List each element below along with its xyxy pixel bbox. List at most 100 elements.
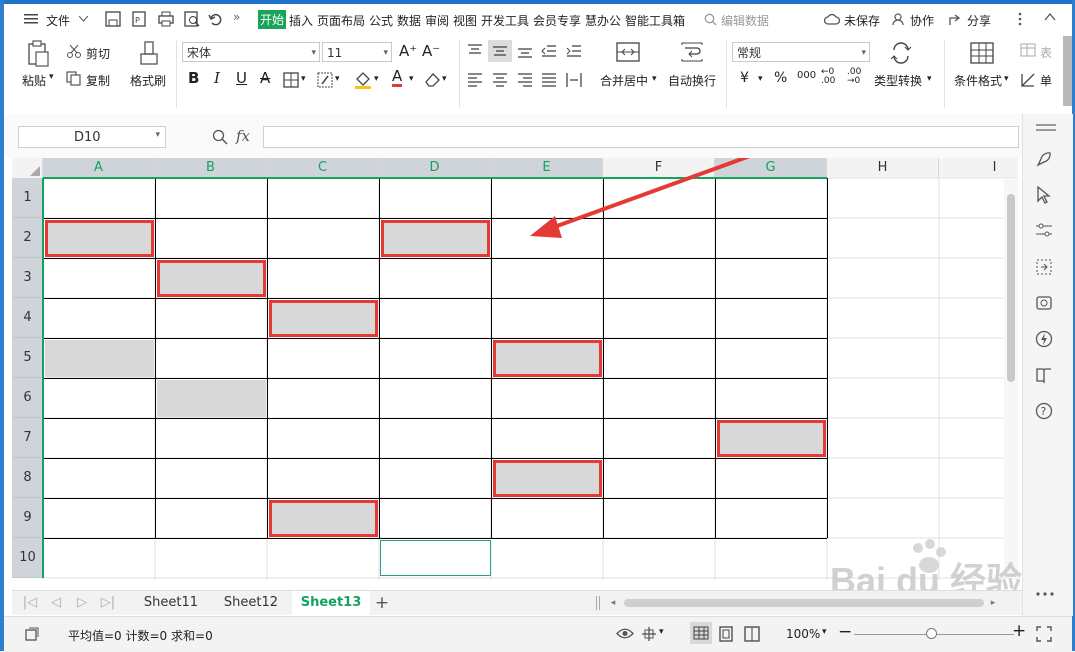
conditional-format-button[interactable]: 条件格式: [954, 72, 1002, 89]
font-color-icon[interactable]: A: [392, 68, 403, 87]
collapse-ribbon-icon[interactable]: [1044, 13, 1056, 21]
chevron-down-icon[interactable]: ▾: [758, 74, 763, 84]
cell-partial-icon[interactable]: [1020, 72, 1036, 88]
cell-b3[interactable]: [157, 260, 266, 297]
paste-icon[interactable]: [26, 40, 50, 68]
decrease-font-icon[interactable]: A⁻: [422, 42, 440, 60]
cell-e8[interactable]: [493, 460, 602, 497]
vertical-scrollbar-thumb[interactable]: [1007, 194, 1015, 382]
type-convert-button[interactable]: 类型转换: [874, 72, 922, 89]
chevron-down-icon[interactable]: ▾: [927, 74, 932, 84]
transform-icon[interactable]: [1035, 258, 1053, 276]
align-top-icon[interactable]: [467, 44, 483, 58]
chevron-down-icon[interactable]: ▾: [652, 74, 657, 84]
table-style-icon[interactable]: [1020, 43, 1036, 57]
cell-a5[interactable]: [45, 340, 154, 377]
chevron-down-icon[interactable]: ▾: [374, 74, 379, 84]
search-box[interactable]: 编辑数据: [721, 12, 769, 29]
collab-button[interactable]: 协作: [910, 12, 934, 29]
percent-icon[interactable]: %: [774, 70, 787, 86]
font-size-select[interactable]: 11 ▾: [322, 42, 392, 62]
sheet-tab-sheet13-active[interactable]: Sheet13: [292, 591, 370, 615]
cell-c4[interactable]: [269, 300, 378, 337]
center-icon[interactable]: [641, 626, 657, 642]
copy-button[interactable]: 复制: [86, 72, 110, 89]
align-bottom-icon[interactable]: [517, 44, 533, 58]
export-icon[interactable]: P: [131, 11, 147, 27]
wrap-text-icon[interactable]: [680, 42, 704, 64]
chevron-down-icon[interactable]: [79, 16, 88, 22]
cursor-icon[interactable]: [1037, 186, 1051, 204]
format-painter-icon[interactable]: [139, 40, 159, 68]
cell-b6[interactable]: [157, 380, 266, 417]
border-icon[interactable]: [283, 72, 299, 88]
cut-button[interactable]: 剪切: [86, 45, 110, 62]
wrap-text-button[interactable]: 自动换行: [668, 72, 716, 89]
tab-data[interactable]: 数据: [397, 12, 421, 29]
formula-input[interactable]: [263, 126, 1019, 148]
tab-review[interactable]: 审阅: [425, 12, 449, 29]
lightning-icon[interactable]: [1035, 330, 1053, 348]
save-icon[interactable]: [105, 11, 121, 27]
last-sheet-icon[interactable]: ▷|: [98, 591, 118, 615]
cell-g7[interactable]: [717, 420, 826, 457]
tab-toolbox[interactable]: 智能工具箱: [625, 12, 685, 29]
merge-cells-icon[interactable]: [616, 42, 640, 64]
tab-developer[interactable]: 开发工具: [481, 12, 529, 29]
fx-icon[interactable]: fx: [236, 127, 250, 145]
zoom-out-icon[interactable]: −: [838, 622, 852, 642]
print-preview-icon[interactable]: [184, 11, 200, 27]
macro-icon[interactable]: [24, 626, 40, 642]
scroll-left-icon[interactable]: ◂: [608, 591, 618, 615]
chevron-down-icon[interactable]: ▾: [335, 74, 340, 84]
align-left-icon[interactable]: [467, 73, 483, 87]
file-menu[interactable]: 文件: [46, 12, 70, 29]
cell-e5[interactable]: [493, 340, 602, 377]
settings-slider-icon[interactable]: [1035, 222, 1053, 238]
name-box[interactable]: D10 ▾: [18, 126, 166, 148]
eye-protect-icon[interactable]: [616, 627, 634, 640]
conditional-format-icon[interactable]: [970, 42, 994, 64]
tab-formulas[interactable]: 公式: [369, 12, 393, 29]
tab-member[interactable]: 会员专享: [533, 12, 581, 29]
sheet-tab-sheet12[interactable]: Sheet12: [214, 591, 288, 615]
unsaved-status[interactable]: 未保存: [844, 12, 880, 29]
more-horizontal-icon[interactable]: [1035, 591, 1055, 597]
fullscreen-icon[interactable]: [1036, 626, 1052, 642]
number-format-select[interactable]: 常规 ▾: [732, 42, 870, 62]
vertical-scrollbar-track[interactable]: [1004, 178, 1018, 578]
zoom-in-icon[interactable]: +: [1012, 621, 1026, 641]
currency-icon[interactable]: ¥: [740, 70, 749, 86]
strikethrough-icon[interactable]: A: [260, 69, 270, 87]
tab-splitter[interactable]: [596, 596, 600, 610]
font-name-select[interactable]: 宋体 ▾: [182, 42, 320, 62]
chevron-down-icon[interactable]: ▾: [659, 627, 664, 637]
share-button[interactable]: 分享: [967, 12, 991, 29]
undo-icon[interactable]: [208, 12, 222, 26]
tab-smart-office[interactable]: 慧办公: [585, 12, 621, 29]
scroll-right-icon[interactable]: ▸: [988, 591, 998, 615]
tab-insert[interactable]: 插入: [289, 12, 313, 29]
sheet-tab-sheet11[interactable]: Sheet11: [134, 591, 208, 615]
chevron-down-icon[interactable]: ▾: [1004, 74, 1009, 84]
tab-page-layout[interactable]: 页面布局: [317, 12, 365, 29]
chevron-down-icon[interactable]: ▾: [301, 74, 306, 84]
chevron-down-icon[interactable]: ▾: [822, 627, 827, 637]
page-break-view-icon[interactable]: [744, 626, 760, 642]
justify-icon[interactable]: [541, 73, 557, 87]
more-vertical-icon[interactable]: [1018, 12, 1022, 26]
paste-button[interactable]: 粘贴: [22, 72, 46, 89]
rocket-icon[interactable]: [1035, 150, 1053, 168]
align-center-icon[interactable]: [492, 73, 508, 87]
active-cell-d10[interactable]: [380, 540, 491, 576]
table-style-partial[interactable]: 表: [1040, 44, 1052, 61]
cell-partial[interactable]: 单: [1040, 72, 1052, 89]
spreadsheet-grid[interactable]: ABCDEFGHI 1 2 3 4 5 6 7 8 9 10: [12, 158, 1018, 580]
cell-a2[interactable]: [45, 220, 154, 257]
underline-icon[interactable]: U: [236, 69, 247, 87]
tab-home[interactable]: 开始: [258, 10, 287, 29]
more-icon[interactable]: »: [233, 10, 240, 24]
add-sheet-icon[interactable]: +: [372, 591, 392, 615]
indent-decrease-icon[interactable]: [541, 44, 557, 58]
align-middle-icon[interactable]: [492, 44, 508, 58]
